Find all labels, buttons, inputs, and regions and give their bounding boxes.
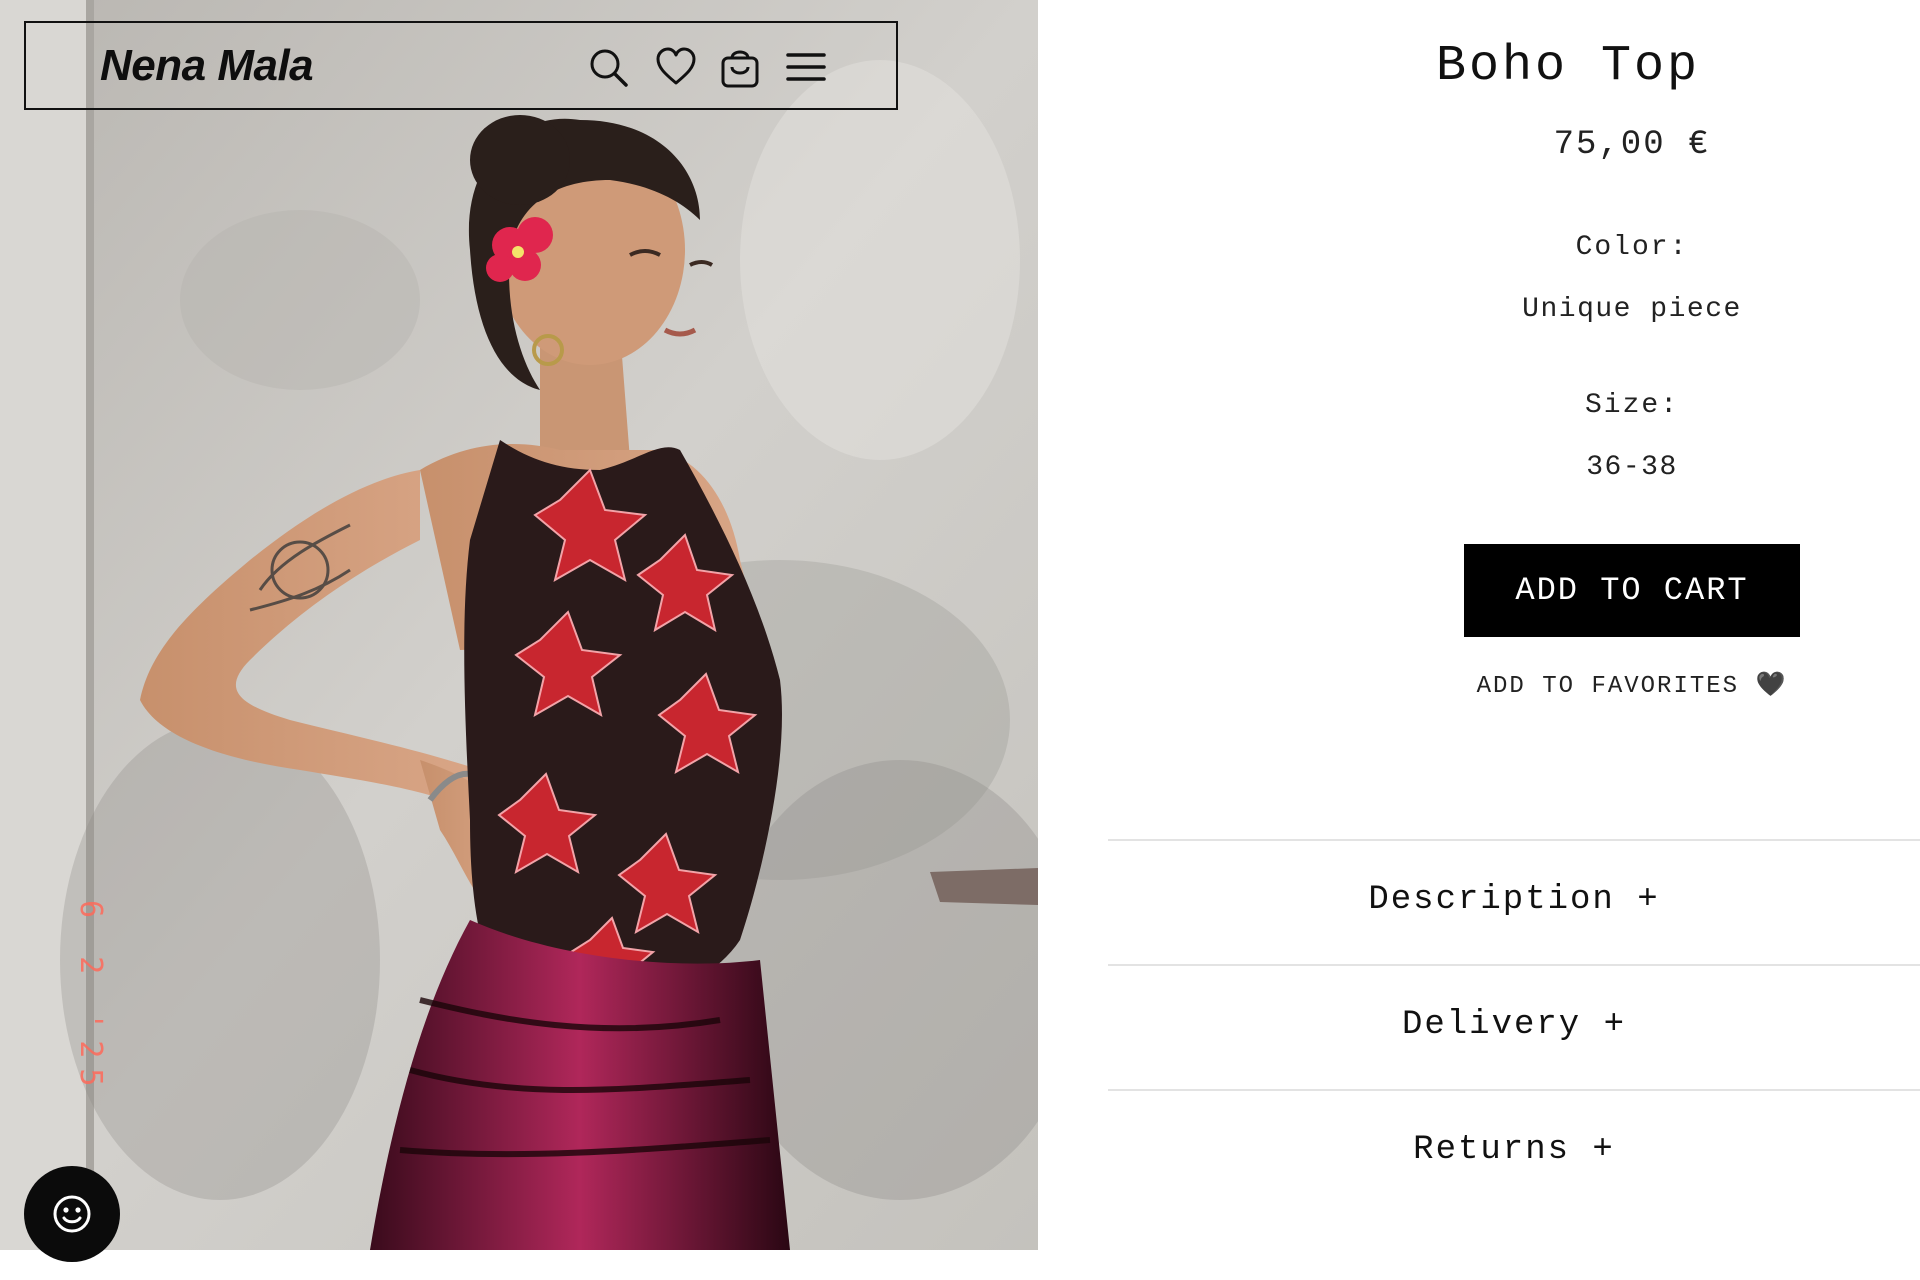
add-to-cart-button[interactable]: ADD TO CART [1464, 544, 1800, 637]
smiley-icon [53, 1195, 91, 1233]
search-icon[interactable] [586, 45, 630, 89]
product-photo-illustration [0, 0, 1038, 1250]
add-to-favorites-link[interactable]: ADD TO FAVORITES 🖤 [1332, 670, 1920, 700]
photo-date-stamp: 6 2 '25 [73, 900, 108, 1097]
add-to-favorites-label: ADD TO FAVORITES [1476, 673, 1740, 700]
shopping-bag-icon[interactable] [718, 45, 762, 89]
accordion-delivery-label: Delivery + [1401, 1006, 1627, 1044]
product-photo: 6 2 '25 [0, 0, 1038, 1250]
chat-button[interactable] [24, 1166, 120, 1262]
menu-icon[interactable] [784, 45, 828, 89]
color-label: Color: [1575, 232, 1689, 263]
accordion-returns-label: Returns + [1413, 1131, 1615, 1169]
product-title: Boho Top [1435, 38, 1701, 95]
accordion-delivery[interactable]: Delivery + [1108, 966, 1920, 1090]
color-value: Unique piece [1522, 294, 1742, 325]
size-value[interactable]: 36-38 [1332, 452, 1920, 483]
brand-logo[interactable]: Nena Mala [100, 41, 314, 91]
size-label: Size: [1584, 390, 1679, 421]
heart-icon[interactable] [654, 45, 698, 89]
product-price: 75,00 € [1553, 126, 1711, 164]
black-heart-icon: 🖤 [1755, 670, 1788, 698]
accordion-returns[interactable]: Returns + [1108, 1091, 1920, 1215]
accordion-description[interactable]: Description + [1108, 841, 1920, 965]
accordion-description-label: Description + [1368, 881, 1660, 919]
site-header: Nena Mala [24, 21, 898, 110]
